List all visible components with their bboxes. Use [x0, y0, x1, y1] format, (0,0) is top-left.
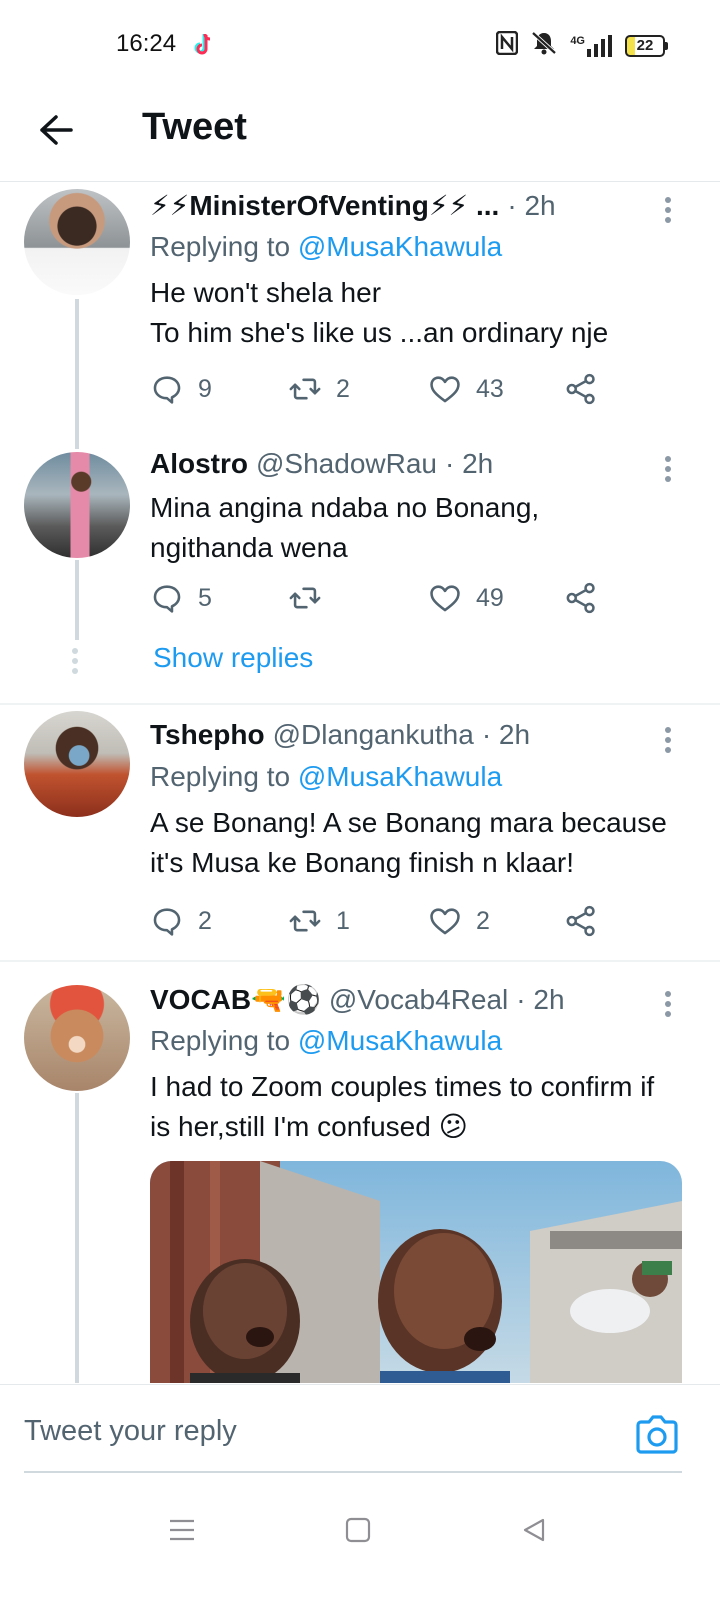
reply-button[interactable]: 5	[150, 581, 288, 615]
tweet-text: A se Bonang! A se Bonang mara because it…	[150, 807, 667, 878]
replying-to: Replying to @MusaKhawula	[150, 761, 503, 792]
more-options-button[interactable]	[656, 197, 680, 227]
network-type: 4G	[570, 34, 585, 47]
retweet-icon	[289, 910, 321, 932]
camera-icon	[636, 1415, 678, 1454]
tweet-text: Mina angina ndaba no Bonang, ngithanda w…	[150, 492, 540, 563]
tweet-actions: 9 2 43	[150, 369, 598, 409]
like-button[interactable]: 2	[428, 904, 564, 938]
reply-button[interactable]: 9	[150, 372, 288, 406]
tweet-item[interactable]: Tshepho @Dlangankutha · 2h Replying to @…	[0, 705, 720, 960]
author-name[interactable]: Alostro	[150, 448, 248, 480]
tweet-text: I had to Zoom couples times to confirm i…	[150, 1071, 655, 1142]
share-icon	[566, 373, 595, 405]
home-square-icon	[345, 1517, 371, 1543]
share-icon	[566, 582, 595, 614]
camera-button[interactable]	[634, 1413, 680, 1457]
mute-icon	[530, 30, 558, 61]
back-nav-button[interactable]	[514, 1510, 554, 1550]
status-icons: 4G 22	[496, 30, 668, 61]
thread-line	[75, 560, 79, 640]
reply-icon	[153, 908, 181, 936]
back-triangle-icon	[523, 1518, 545, 1542]
share-icon	[566, 905, 595, 937]
heart-icon	[430, 376, 460, 403]
avatar[interactable]	[24, 189, 130, 295]
photo-people-icon	[150, 1161, 682, 1383]
share-button[interactable]	[564, 581, 598, 615]
like-button[interactable]: 49	[428, 581, 564, 615]
status-bar: 16:24 4G 22	[0, 0, 720, 92]
menu-icon	[170, 1519, 194, 1541]
signal-icon: 4G	[570, 34, 613, 57]
page-title: Tweet	[142, 106, 247, 148]
tweet-time: · 2h	[507, 190, 556, 221]
tiktok-icon	[190, 30, 218, 58]
mention-link[interactable]: @MusaKhawula	[298, 1025, 502, 1056]
thread-line	[75, 299, 79, 449]
back-arrow-icon	[40, 115, 73, 145]
tweet-text: He won't shela her To him she's like us …	[150, 277, 609, 348]
reply-icon	[153, 376, 181, 404]
reply-feed[interactable]: ⚡⚡MinisterOfVenting⚡⚡ ... · 2h Replying …	[0, 183, 720, 1383]
author-handle[interactable]: @Vocab4Real	[329, 984, 508, 1016]
mention-link[interactable]: @MusaKhawula	[298, 761, 502, 792]
more-options-button[interactable]	[656, 991, 680, 1021]
tweet-actions: 2 1 2	[150, 901, 598, 941]
top-app-bar: Tweet	[0, 92, 720, 182]
tweet-item[interactable]: VOCAB🔫⚽ @Vocab4Real · 2h Replying to @Mu…	[0, 963, 720, 1383]
retweet-icon	[289, 378, 321, 400]
replying-to: Replying to @MusaKhawula	[150, 231, 503, 262]
avatar[interactable]	[24, 711, 130, 817]
like-button[interactable]: 43	[428, 372, 564, 406]
mention-link[interactable]: @MusaKhawula	[298, 231, 502, 262]
more-options-button[interactable]	[656, 727, 680, 757]
tweet-time: · 2h	[481, 719, 531, 750]
retweet-button[interactable]: 2	[288, 372, 428, 406]
retweet-button[interactable]: 1	[288, 904, 428, 938]
avatar[interactable]	[24, 985, 130, 1091]
tweet-time: · 2h	[516, 984, 565, 1015]
reply-composer: Tweet your reply	[0, 1384, 720, 1484]
thread-continuation-dots	[72, 648, 80, 678]
author-name[interactable]: Tshepho	[150, 719, 265, 751]
retweet-button[interactable]	[288, 581, 428, 615]
retweet-icon	[289, 587, 321, 609]
author-name[interactable]: ⚡⚡MinisterOfVenting⚡⚡ ...	[150, 189, 499, 222]
heart-icon	[430, 585, 460, 612]
show-replies-link[interactable]: Show replies	[153, 642, 313, 674]
reply-button[interactable]: 2	[150, 904, 288, 938]
divider	[0, 960, 720, 962]
home-nav-button[interactable]	[338, 1510, 378, 1550]
battery-level: 22	[625, 34, 665, 57]
tweet-actions: 5 49	[150, 578, 598, 618]
tweet-item[interactable]: Alostro @ShadowRau · 2h Mina angina ndab…	[0, 448, 720, 704]
thread-line	[75, 1093, 79, 1383]
heart-icon	[430, 908, 460, 935]
tweet-media-image[interactable]	[150, 1161, 682, 1383]
system-navigation-bar	[0, 1484, 720, 1600]
replying-to: Replying to @MusaKhawula	[150, 1025, 503, 1056]
author-handle[interactable]: @ShadowRau	[256, 448, 437, 480]
share-button[interactable]	[564, 904, 598, 938]
author-handle[interactable]: @Dlangankutha	[273, 719, 474, 751]
battery-icon: 22	[625, 34, 668, 57]
nfc-icon	[496, 30, 519, 60]
avatar[interactable]	[24, 452, 130, 558]
share-button[interactable]	[564, 372, 598, 406]
input-underline	[24, 1471, 682, 1473]
reply-input[interactable]: Tweet your reply	[24, 1415, 237, 1448]
more-options-button[interactable]	[656, 456, 680, 486]
menu-nav-button[interactable]	[162, 1510, 202, 1550]
status-time: 16:24	[116, 30, 177, 57]
tweet-item[interactable]: ⚡⚡MinisterOfVenting⚡⚡ ... · 2h Replying …	[0, 183, 720, 449]
reply-icon	[153, 585, 181, 613]
author-name[interactable]: VOCAB🔫⚽	[150, 983, 321, 1016]
back-button[interactable]	[34, 108, 78, 152]
tweet-time: · 2h	[444, 448, 494, 479]
